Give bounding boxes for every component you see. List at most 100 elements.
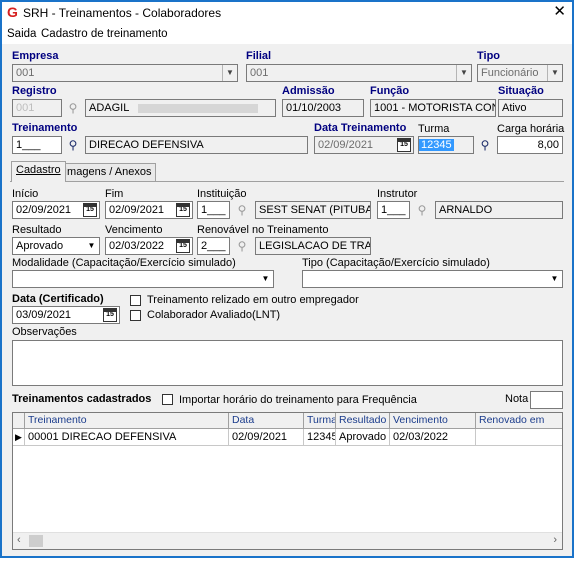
instituicao-label: Instituição xyxy=(197,188,247,200)
instrutor-name-field: ARNALDO xyxy=(435,201,563,219)
chevron-down-icon: ▼ xyxy=(84,238,99,254)
renovavel-code-input[interactable]: 2___ xyxy=(197,237,230,255)
registro-name-value: ADAGIL xyxy=(89,102,129,114)
vencimento-value: 02/03/2022 xyxy=(109,240,165,252)
vencimento-label: Vencimento xyxy=(105,224,163,236)
col-header-vencimento[interactable]: Vencimento xyxy=(390,413,476,429)
instrutor-code-input[interactable]: 1___ xyxy=(377,201,410,219)
menu-saida[interactable]: Saida xyxy=(7,28,36,40)
instituicao-code-input[interactable]: 1___ xyxy=(197,201,230,219)
fim-label: Fim xyxy=(105,188,124,200)
tab-cadastro[interactable]: Cadastro xyxy=(11,161,66,182)
grid-indicator-header xyxy=(13,413,25,429)
cell-treinamento: 00001 DIRECAO DEFENSIVA xyxy=(25,429,229,445)
binoculars-icon[interactable]: ⚲ xyxy=(475,136,495,154)
carga-horaria-input[interactable]: 8,00 xyxy=(497,136,563,154)
treinamento-label: Treinamento xyxy=(12,122,78,134)
observacoes-textarea[interactable] xyxy=(12,340,563,386)
col-header-treinamento[interactable]: Treinamento xyxy=(25,413,229,429)
tab-cadastro-label: Cadastro xyxy=(16,164,61,176)
treinamentos-grid[interactable]: Treinamento Data Turma Resultado Vencime… xyxy=(12,412,563,550)
importar-horario-checkbox[interactable] xyxy=(162,394,173,405)
scrollbar-thumb[interactable] xyxy=(29,535,43,547)
horizontal-scrollbar[interactable]: ‹ › xyxy=(13,532,562,549)
instituicao-name-field: SEST SENAT (PITUBA) xyxy=(255,201,371,219)
registro-name-field: ADAGIL xyxy=(85,99,276,117)
cell-resultado: Aprovado xyxy=(336,429,390,445)
binoculars-icon[interactable]: ⚲ xyxy=(63,136,83,154)
chevron-down-icon: ▼ xyxy=(258,271,273,287)
data-certificado-label: Data (Certificado) xyxy=(12,293,104,305)
window-title: SRH - Treinamentos - Colaboradores xyxy=(23,6,222,20)
inicio-label: Início xyxy=(12,188,39,200)
treinamento-name-field: DIRECAO DEFENSIVA xyxy=(85,136,308,154)
calendar-icon[interactable]: 15 xyxy=(176,239,190,253)
funcao-label: Função xyxy=(370,85,410,97)
col-header-resultado[interactable]: Resultado xyxy=(336,413,390,429)
instrutor-label: Instrutor xyxy=(377,188,418,200)
tipo-label: Tipo xyxy=(477,50,501,62)
menu-bar: Saida Cadastro de treinamento xyxy=(2,24,572,44)
scroll-left-icon[interactable]: ‹ xyxy=(17,534,21,546)
resultado-select[interactable]: Aprovado ▼ xyxy=(12,237,100,255)
situacao-label: Situação xyxy=(498,85,544,97)
calendar-icon[interactable]: 15 xyxy=(103,308,117,322)
turma-input[interactable]: 12345 xyxy=(418,136,474,154)
carga-horaria-label: Carga horária xyxy=(497,123,565,135)
calendar-icon[interactable]: 15 xyxy=(176,203,190,217)
empresa-select[interactable]: 001 ▼ xyxy=(12,64,238,82)
row-indicator-icon: ▶ xyxy=(13,429,25,445)
admissao-field: 01/10/2003 xyxy=(282,99,364,117)
calendar-icon[interactable]: 15 xyxy=(83,203,97,217)
filial-value: 001 xyxy=(250,67,269,79)
col-header-data[interactable]: Data xyxy=(229,413,304,429)
data-treinamento-value: 02/09/2021 xyxy=(318,139,374,151)
tab-imagens-anexos-label: Imagens / Anexos xyxy=(64,166,152,178)
nota-label: Nota xyxy=(505,393,529,405)
binoculars-icon[interactable]: ⚲ xyxy=(232,237,252,255)
binoculars-icon[interactable]: ⚲ xyxy=(63,99,83,117)
empresa-label: Empresa xyxy=(12,50,59,62)
resultado-label: Resultado xyxy=(12,224,62,236)
col-header-renovado-em[interactable]: Renovado em xyxy=(476,413,562,429)
outro-empregador-checkbox[interactable] xyxy=(130,295,141,306)
col-header-turma[interactable]: Turma xyxy=(304,413,336,429)
main-window: G SRH - Treinamentos - Colaboradores ✕ S… xyxy=(0,0,574,558)
modalidade-select[interactable]: ▼ xyxy=(12,270,274,288)
title-bar: G SRH - Treinamentos - Colaboradores ✕ xyxy=(2,2,572,24)
colaborador-avaliado-label: Colaborador Avaliado(LNT) xyxy=(147,309,281,321)
tipo-capacitacao-select[interactable]: ▼ xyxy=(302,270,563,288)
registro-label: Registro xyxy=(12,85,57,97)
cell-renovado-em xyxy=(476,429,562,445)
filial-select[interactable]: 001 ▼ xyxy=(246,64,472,82)
chevron-down-icon: ▼ xyxy=(547,271,562,287)
renovavel-name-field: LEGISLACAO DE TRAN xyxy=(255,237,371,255)
importar-horario-label: Importar horário do treinamento para Fre… xyxy=(179,394,417,406)
close-button[interactable]: ✕ xyxy=(553,4,566,20)
cell-data: 02/09/2021 xyxy=(229,429,304,445)
renovavel-label: Renovável no Treinamento xyxy=(197,224,329,236)
situacao-field: Ativo xyxy=(498,99,563,117)
nota-input[interactable] xyxy=(530,391,563,409)
admissao-label: Admissão xyxy=(282,85,335,97)
chevron-down-icon: ▼ xyxy=(456,65,471,81)
menu-cadastro-treinamento[interactable]: Cadastro de treinamento xyxy=(41,28,168,40)
colaborador-avaliado-checkbox[interactable] xyxy=(130,310,141,321)
chevron-down-icon: ▼ xyxy=(547,65,562,81)
scroll-right-icon[interactable]: › xyxy=(553,534,557,546)
treinamentos-cadastrados-title: Treinamentos cadastrados xyxy=(12,393,152,405)
tab-imagens-anexos[interactable]: Imagens / Anexos xyxy=(59,163,157,182)
tipo-select[interactable]: Funcionário ▼ xyxy=(477,64,563,82)
treinamento-code-input[interactable]: 1___ xyxy=(12,136,62,154)
calendar-icon[interactable]: 15 xyxy=(397,138,411,152)
empresa-value: 001 xyxy=(16,67,35,79)
tab-panel-border xyxy=(10,181,564,182)
turma-value: 12345 xyxy=(419,139,454,151)
cell-vencimento: 02/03/2022 xyxy=(390,429,476,445)
binoculars-icon[interactable]: ⚲ xyxy=(412,201,432,219)
binoculars-icon[interactable]: ⚲ xyxy=(232,201,252,219)
funcao-field: 1001 - MOTORISTA CONV xyxy=(370,99,496,117)
data-treinamento-label: Data Treinamento xyxy=(314,122,407,134)
table-row[interactable]: ▶ 00001 DIRECAO DEFENSIVA 02/09/2021 123… xyxy=(13,429,562,446)
registro-code-input[interactable]: 001 xyxy=(12,99,62,117)
